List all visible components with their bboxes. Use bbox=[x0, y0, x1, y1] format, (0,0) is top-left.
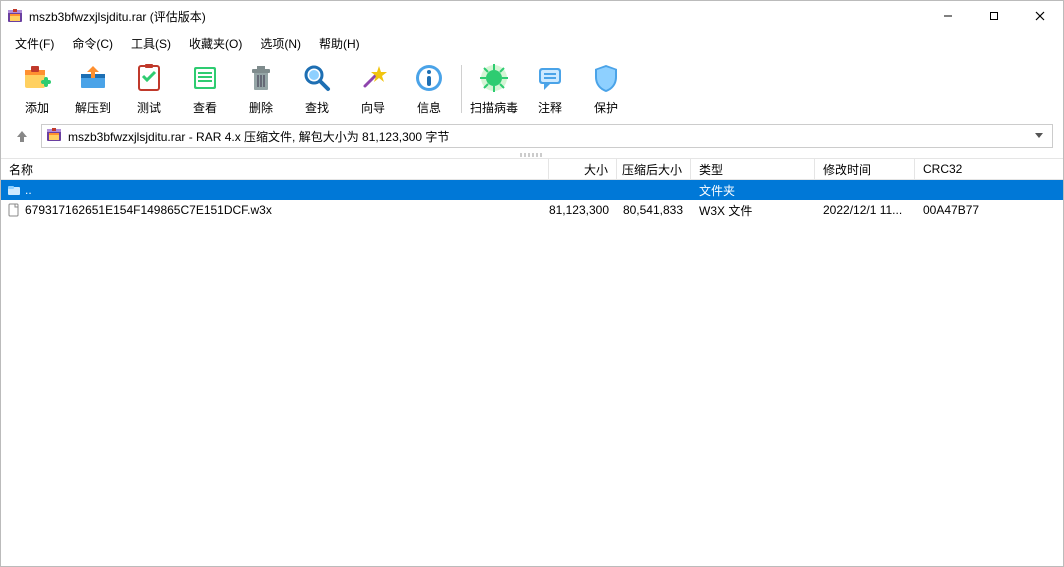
window-controls bbox=[925, 1, 1063, 31]
toolbar-protect-label: 保护 bbox=[594, 99, 618, 116]
toolbar-find[interactable]: 查找 bbox=[289, 60, 345, 118]
toolbar-delete-label: 删除 bbox=[249, 99, 273, 116]
toolbar-delete[interactable]: 删除 bbox=[233, 60, 289, 118]
toolbar-test-label: 测试 bbox=[137, 99, 161, 116]
path-text: mszb3bfwzxjlsjditu.rar - RAR 4.x 压缩文件, 解… bbox=[68, 128, 1024, 145]
cell-packed: 80,541,833 bbox=[617, 203, 691, 217]
protect-icon bbox=[590, 62, 622, 97]
column-headers: 名称 大小 压缩后大小 类型 修改时间 CRC32 bbox=[1, 158, 1063, 180]
test-icon bbox=[133, 62, 165, 97]
toolbar-info-label: 信息 bbox=[417, 99, 441, 116]
cell-modified: 2022/12/1 11... bbox=[815, 203, 915, 217]
toolbar-add[interactable]: 添加 bbox=[9, 60, 65, 118]
col-name[interactable]: 名称 bbox=[1, 159, 549, 179]
file-list[interactable]: ..文件夹679317162651E154F149865C7E151DCF.w3… bbox=[1, 180, 1063, 566]
minimize-button[interactable] bbox=[925, 1, 971, 31]
cell-name: 679317162651E154F149865C7E151DCF.w3x bbox=[1, 203, 549, 217]
menu-bar: 文件(F) 命令(C) 工具(S) 收藏夹(O) 选项(N) 帮助(H) bbox=[1, 31, 1063, 58]
toolbar-comment[interactable]: 注释 bbox=[522, 60, 578, 118]
col-packed[interactable]: 压缩后大小 bbox=[617, 159, 691, 179]
maximize-button[interactable] bbox=[971, 1, 1017, 31]
cell-type: W3X 文件 bbox=[691, 202, 815, 219]
col-crc32[interactable]: CRC32 bbox=[915, 159, 1063, 179]
menu-favorites[interactable]: 收藏夹(O) bbox=[181, 33, 250, 54]
path-field[interactable]: mszb3bfwzxjlsjditu.rar - RAR 4.x 压缩文件, 解… bbox=[41, 124, 1053, 148]
up-button[interactable] bbox=[11, 125, 33, 147]
toolbar-wizard-label: 向导 bbox=[361, 99, 385, 116]
toolbar-test[interactable]: 测试 bbox=[121, 60, 177, 118]
cell-name: .. bbox=[1, 183, 549, 197]
app-icon bbox=[7, 8, 23, 24]
file-name: 679317162651E154F149865C7E151DCF.w3x bbox=[25, 203, 272, 217]
file-name: .. bbox=[25, 183, 32, 197]
list-item[interactable]: 679317162651E154F149865C7E151DCF.w3x 81,1… bbox=[1, 200, 1063, 220]
view-icon bbox=[189, 62, 221, 97]
toolbar-wizard[interactable]: 向导 bbox=[345, 60, 401, 118]
toolbar-view-label: 查看 bbox=[193, 99, 217, 116]
toolbar-info[interactable]: 信息 bbox=[401, 60, 457, 118]
col-type[interactable]: 类型 bbox=[691, 159, 815, 179]
toolbar-view[interactable]: 查看 bbox=[177, 60, 233, 118]
menu-help[interactable]: 帮助(H) bbox=[311, 33, 368, 54]
info-icon bbox=[413, 62, 445, 97]
virusscan-icon bbox=[478, 62, 510, 97]
toolbar-separator bbox=[461, 65, 462, 113]
menu-command[interactable]: 命令(C) bbox=[64, 33, 121, 54]
window-title: mszb3bfwzxjlsjditu.rar (评估版本) bbox=[29, 8, 925, 25]
extract-icon bbox=[77, 62, 109, 97]
title-bar: mszb3bfwzxjlsjditu.rar (评估版本) bbox=[1, 1, 1063, 31]
path-bar: mszb3bfwzxjlsjditu.rar - RAR 4.x 压缩文件, 解… bbox=[1, 122, 1063, 152]
toolbar-extract[interactable]: 解压到 bbox=[65, 60, 121, 118]
list-item[interactable]: .. 文件夹 bbox=[1, 180, 1063, 200]
close-button[interactable] bbox=[1017, 1, 1063, 31]
cell-size: 81,123,300 bbox=[549, 203, 617, 217]
menu-tools[interactable]: 工具(S) bbox=[123, 33, 179, 54]
toolbar-add-label: 添加 bbox=[25, 99, 49, 116]
dropdown-icon[interactable] bbox=[1030, 129, 1048, 143]
toolbar-comment-label: 注释 bbox=[538, 99, 562, 116]
comment-icon bbox=[534, 62, 566, 97]
toolbar-protect[interactable]: 保护 bbox=[578, 60, 634, 118]
menu-file[interactable]: 文件(F) bbox=[7, 33, 62, 54]
toolbar-find-label: 查找 bbox=[305, 99, 329, 116]
add-icon bbox=[21, 62, 53, 97]
col-size[interactable]: 大小 bbox=[549, 159, 617, 179]
col-modified[interactable]: 修改时间 bbox=[815, 159, 915, 179]
menu-options[interactable]: 选项(N) bbox=[252, 33, 309, 54]
toolbar: 添加 解压到 测试 bbox=[1, 58, 1063, 122]
delete-icon bbox=[245, 62, 277, 97]
find-icon bbox=[301, 62, 333, 97]
cell-type: 文件夹 bbox=[691, 182, 815, 199]
toolbar-extract-label: 解压到 bbox=[75, 99, 111, 116]
toolbar-virusscan[interactable]: 扫描病毒 bbox=[466, 60, 522, 118]
wizard-icon bbox=[357, 62, 389, 97]
archive-icon bbox=[46, 127, 62, 146]
toolbar-virusscan-label: 扫描病毒 bbox=[470, 99, 518, 116]
cell-crc32: 00A47B77 bbox=[915, 203, 1063, 217]
